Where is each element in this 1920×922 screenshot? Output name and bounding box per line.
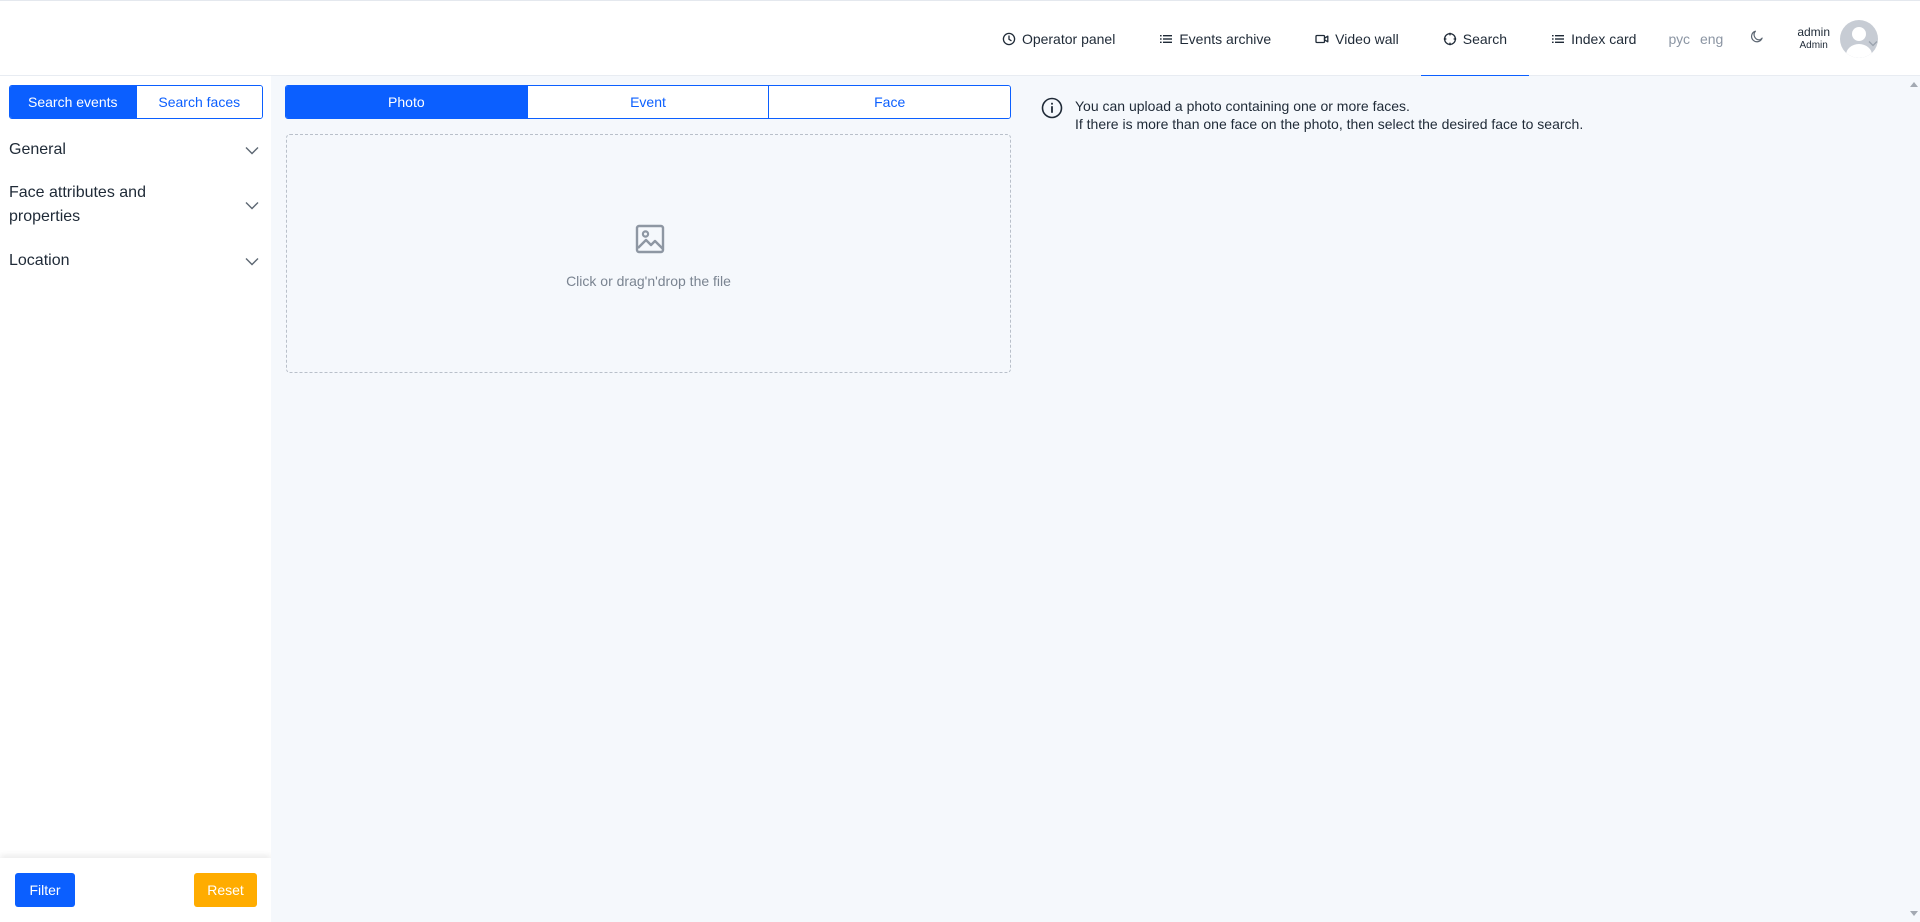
- lang-option-en[interactable]: eng: [1700, 31, 1723, 47]
- app-root: Operator panel Events archive Video wall…: [0, 0, 1920, 922]
- user-name: admin: [1797, 24, 1830, 39]
- clock-icon: [1002, 32, 1016, 46]
- nav-video-wall-label: Video wall: [1335, 30, 1399, 47]
- section-location[interactable]: Location: [9, 249, 259, 273]
- nav-operator-panel-label: Operator panel: [1021, 30, 1116, 47]
- chevron-down-icon: [245, 253, 259, 271]
- image-icon: [634, 223, 666, 260]
- filter-button[interactable]: Filter: [15, 873, 75, 907]
- language-switcher: рус eng: [1658, 31, 1737, 47]
- lang-option-ru[interactable]: рус: [1668, 31, 1689, 47]
- tab-search-faces[interactable]: Search faces: [135, 86, 262, 118]
- search-mode-tabs: Search events Search faces: [9, 85, 263, 119]
- section-general-label: General: [9, 141, 66, 158]
- nav-index-card-label: Index card: [1571, 30, 1637, 47]
- tab-search-events[interactable]: Search events: [10, 86, 136, 118]
- info-icon: [1041, 97, 1063, 119]
- section-location-label: Location: [9, 252, 70, 269]
- section-face-attributes[interactable]: Face attributes and properties: [9, 181, 259, 229]
- list-icon: [1159, 32, 1173, 46]
- nav-search[interactable]: Search: [1420, 1, 1530, 77]
- page-scrollbar[interactable]: [1907, 76, 1920, 922]
- nav-video-wall[interactable]: Video wall: [1293, 1, 1421, 76]
- nav-search-label: Search: [1462, 30, 1508, 47]
- nav-operator-panel[interactable]: Operator panel: [980, 1, 1137, 76]
- scroll-down-arrow-icon[interactable]: [1910, 911, 1918, 916]
- nav-index-card[interactable]: Index card: [1529, 1, 1658, 76]
- tab-face[interactable]: Face: [768, 86, 1010, 118]
- upload-hint-line-2: If there is more than one face on the ph…: [1075, 116, 1584, 132]
- tab-photo[interactable]: Photo: [286, 86, 527, 118]
- section-general[interactable]: General: [9, 138, 259, 162]
- sidebar-footer: Filter Reset: [0, 858, 271, 922]
- chevron-down-icon[interactable]: [1868, 34, 1878, 52]
- user-role: Admin: [1799, 39, 1828, 51]
- dropzone-text: Click or drag'n'drop the file: [566, 273, 731, 289]
- user-info: admin Admin: [1797, 25, 1830, 53]
- crosshair-icon: [1443, 32, 1457, 46]
- list-icon: [1551, 32, 1565, 46]
- chevron-down-icon: [245, 142, 259, 160]
- upload-hint-text: You can upload a photo containing one or…: [1075, 97, 1583, 133]
- reset-button[interactable]: Reset: [194, 873, 257, 907]
- photo-dropzone[interactable]: Click or drag'n'drop the file: [286, 134, 1011, 373]
- moon-icon: [1750, 29, 1764, 48]
- chevron-down-icon: [245, 197, 259, 215]
- search-main: Photo Event Face Click or drag'n'drop th…: [271, 76, 1907, 922]
- user-menu[interactable]: admin Admin: [1777, 19, 1920, 58]
- tab-event[interactable]: Event: [526, 86, 769, 118]
- scroll-up-arrow-icon[interactable]: [1910, 82, 1918, 87]
- theme-toggle[interactable]: [1737, 29, 1777, 48]
- top-header: Operator panel Events archive Video wall…: [0, 0, 1920, 77]
- filter-sidebar: Search events Search faces General Face …: [0, 76, 271, 922]
- main-nav: Operator panel Events archive Video wall…: [980, 1, 1920, 77]
- search-source-tabs: Photo Event Face: [285, 85, 1011, 119]
- upload-hint-line-1: You can upload a photo containing one or…: [1075, 98, 1410, 114]
- section-face-attributes-label: Face attributes and properties: [9, 184, 146, 225]
- video-camera-icon: [1315, 32, 1329, 46]
- nav-events-archive-label: Events archive: [1179, 30, 1272, 47]
- upload-hint: You can upload a photo containing one or…: [1041, 97, 1583, 133]
- nav-events-archive[interactable]: Events archive: [1137, 1, 1293, 76]
